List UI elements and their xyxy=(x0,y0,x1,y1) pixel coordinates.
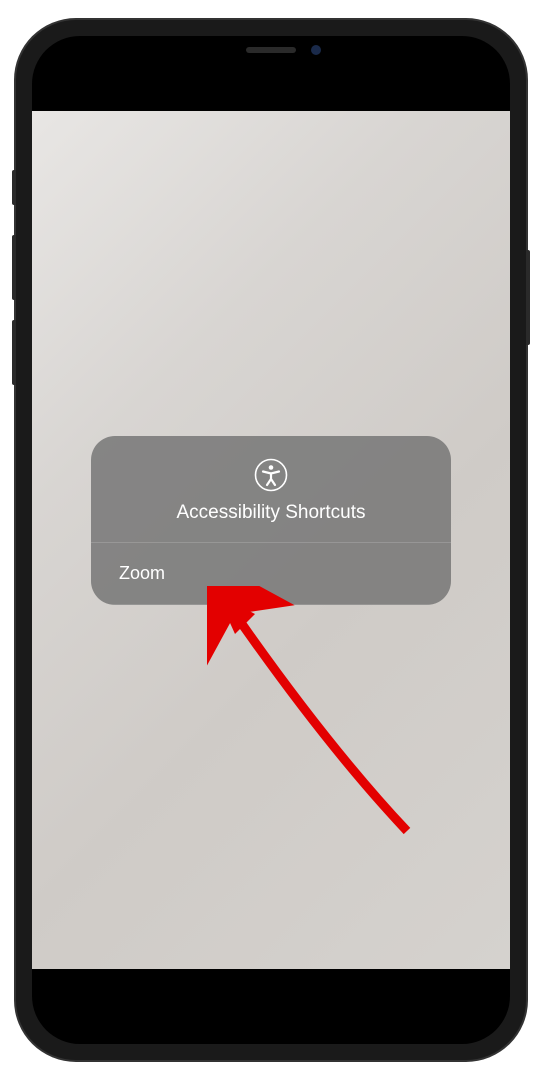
volume-up-button xyxy=(12,235,16,300)
phone-frame: Accessibility Shortcuts Zoom xyxy=(16,20,526,1060)
phone-bezel: Accessibility Shortcuts Zoom xyxy=(32,36,510,1044)
shortcut-item-zoom[interactable]: Zoom xyxy=(91,543,451,605)
speaker xyxy=(246,47,296,53)
power-button xyxy=(526,250,530,345)
front-camera xyxy=(311,45,321,55)
mute-switch xyxy=(12,170,16,205)
annotation-arrow xyxy=(207,586,427,846)
popup-title: Accessibility Shortcuts xyxy=(111,502,431,524)
popup-header: Accessibility Shortcuts xyxy=(91,436,451,543)
shortcut-item-label: Zoom xyxy=(119,563,165,583)
accessibility-icon xyxy=(254,458,288,492)
notch xyxy=(171,36,371,64)
volume-down-button xyxy=(12,320,16,385)
accessibility-shortcuts-popup: Accessibility Shortcuts Zoom xyxy=(91,436,451,605)
screen: Accessibility Shortcuts Zoom xyxy=(32,111,510,969)
